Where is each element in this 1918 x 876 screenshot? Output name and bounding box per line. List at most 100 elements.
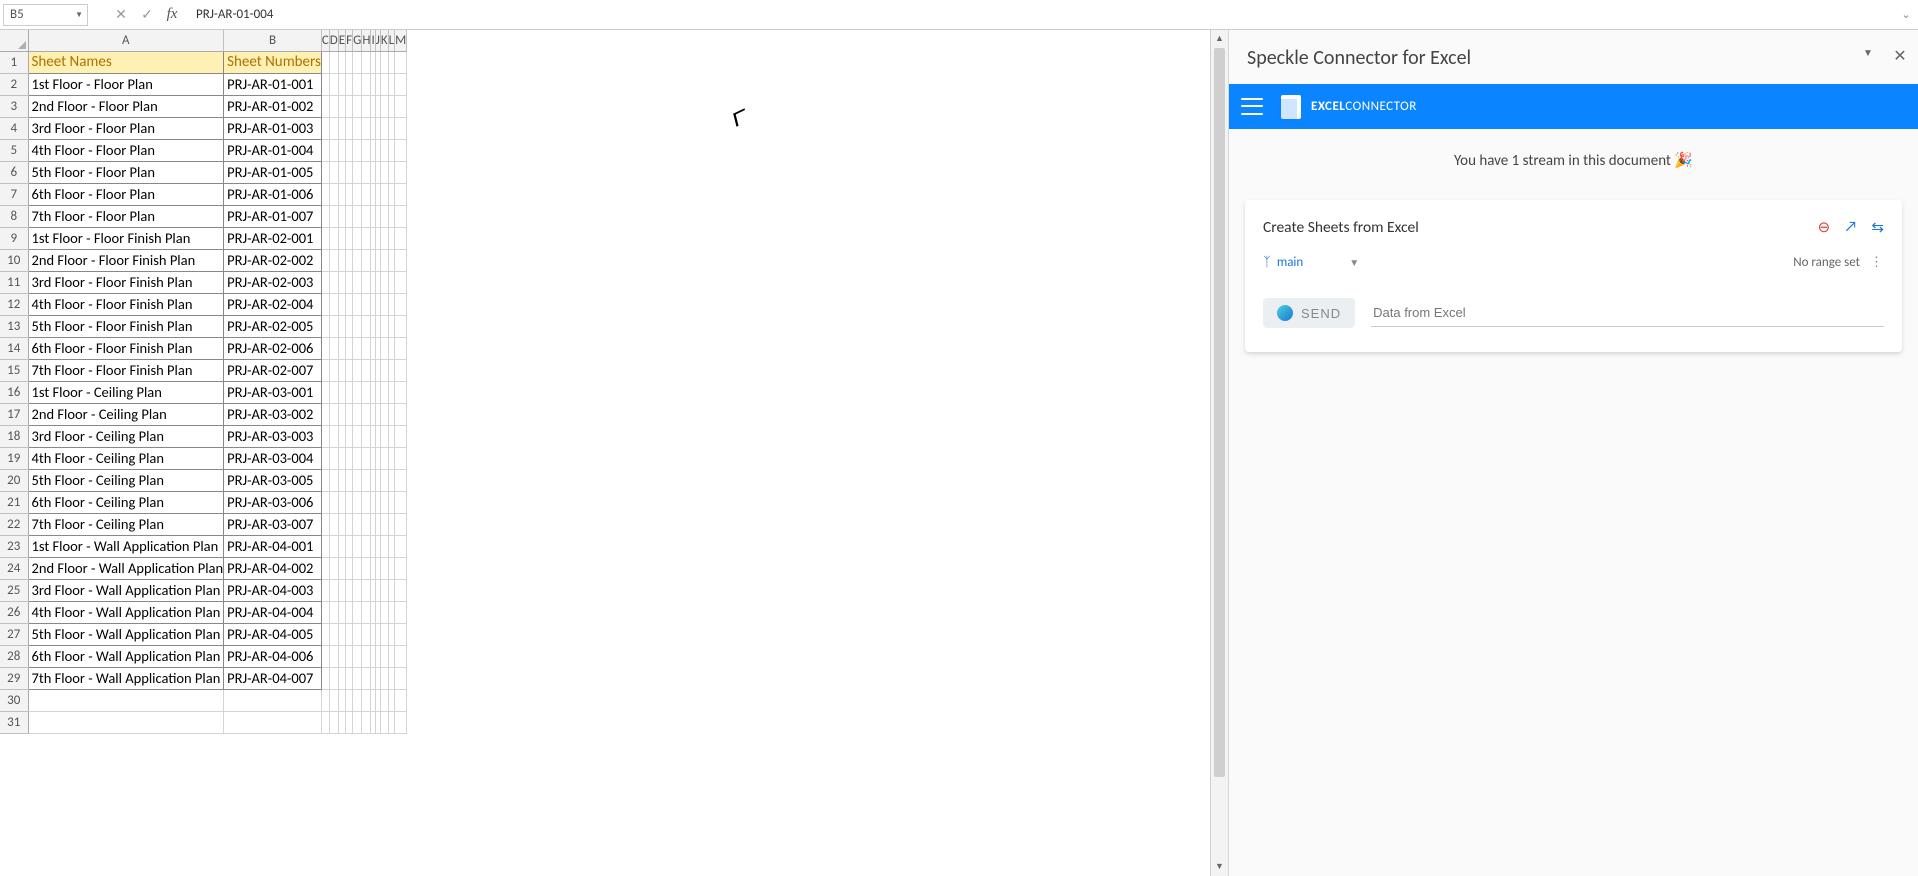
cell-A1[interactable]: Sheet Names xyxy=(28,52,224,74)
row-header-16[interactable]: 16 xyxy=(0,382,28,404)
row-header-6[interactable]: 6 xyxy=(0,162,28,184)
cell-D26[interactable] xyxy=(329,602,338,624)
cell-B8[interactable]: PRJ-AR-01-007 xyxy=(224,206,322,228)
cell-D22[interactable] xyxy=(329,514,338,536)
cell-M18[interactable] xyxy=(395,426,407,448)
cell-K19[interactable] xyxy=(380,448,388,470)
row-header-27[interactable]: 27 xyxy=(0,624,28,646)
cell-A19[interactable]: 4th Floor - Ceiling Plan xyxy=(28,448,224,470)
cell-M12[interactable] xyxy=(395,294,407,316)
cell-H12[interactable] xyxy=(362,294,371,316)
row-header-9[interactable]: 9 xyxy=(0,228,28,250)
cell-E18[interactable] xyxy=(338,426,345,448)
spreadsheet-grid[interactable]: ABCDEFGHIJKLM1Sheet NamesSheet Numbers21… xyxy=(0,30,407,734)
remove-stream-icon[interactable]: ⊖ xyxy=(1818,218,1831,237)
cell-B18[interactable]: PRJ-AR-03-003 xyxy=(224,426,322,448)
cell-G11[interactable] xyxy=(353,272,362,294)
cell-H21[interactable] xyxy=(362,492,371,514)
cell-F31[interactable] xyxy=(346,712,353,734)
cell-F19[interactable] xyxy=(346,448,353,470)
cell-H2[interactable] xyxy=(362,74,371,96)
panel-close-icon[interactable]: ✕ xyxy=(1890,46,1910,66)
cell-K27[interactable] xyxy=(380,624,388,646)
scroll-down-icon[interactable]: ▼ xyxy=(1211,858,1228,876)
col-header-M[interactable]: M xyxy=(395,30,407,52)
cell-D31[interactable] xyxy=(329,712,338,734)
cell-D7[interactable] xyxy=(329,184,338,206)
cell-K16[interactable] xyxy=(380,382,388,404)
cell-G1[interactable] xyxy=(353,52,362,74)
cell-K20[interactable] xyxy=(380,470,388,492)
cell-G12[interactable] xyxy=(353,294,362,316)
cell-H22[interactable] xyxy=(362,514,371,536)
row-header-21[interactable]: 21 xyxy=(0,492,28,514)
cell-D3[interactable] xyxy=(329,96,338,118)
cell-F10[interactable] xyxy=(346,250,353,272)
cell-K15[interactable] xyxy=(380,360,388,382)
cell-G17[interactable] xyxy=(353,404,362,426)
cell-B2[interactable]: PRJ-AR-01-001 xyxy=(224,74,322,96)
cell-B15[interactable]: PRJ-AR-02-007 xyxy=(224,360,322,382)
cell-E1[interactable] xyxy=(338,52,345,74)
cell-H15[interactable] xyxy=(362,360,371,382)
cell-E22[interactable] xyxy=(338,514,345,536)
select-all-corner[interactable] xyxy=(0,30,28,52)
cell-G6[interactable] xyxy=(353,162,362,184)
cell-C12[interactable] xyxy=(321,294,329,316)
cell-B23[interactable]: PRJ-AR-04-001 xyxy=(224,536,322,558)
cell-K25[interactable] xyxy=(380,580,388,602)
cell-E12[interactable] xyxy=(338,294,345,316)
row-header-22[interactable]: 22 xyxy=(0,514,28,536)
row-header-25[interactable]: 25 xyxy=(0,580,28,602)
cell-B5[interactable]: PRJ-AR-01-004 xyxy=(224,140,322,162)
cell-H14[interactable] xyxy=(362,338,371,360)
cell-K2[interactable] xyxy=(380,74,388,96)
cell-B9[interactable]: PRJ-AR-02-001 xyxy=(224,228,322,250)
cell-C5[interactable] xyxy=(321,140,329,162)
cell-B19[interactable]: PRJ-AR-03-004 xyxy=(224,448,322,470)
cell-B7[interactable]: PRJ-AR-01-006 xyxy=(224,184,322,206)
cell-F2[interactable] xyxy=(346,74,353,96)
cell-E16[interactable] xyxy=(338,382,345,404)
cell-H1[interactable] xyxy=(362,52,371,74)
cell-F15[interactable] xyxy=(346,360,353,382)
cell-H27[interactable] xyxy=(362,624,371,646)
cell-E24[interactable] xyxy=(338,558,345,580)
cell-G18[interactable] xyxy=(353,426,362,448)
cell-D11[interactable] xyxy=(329,272,338,294)
row-header-23[interactable]: 23 xyxy=(0,536,28,558)
cell-D4[interactable] xyxy=(329,118,338,140)
cell-A5[interactable]: 4th Floor - Floor Plan xyxy=(28,140,224,162)
cell-M25[interactable] xyxy=(395,580,407,602)
cell-F17[interactable] xyxy=(346,404,353,426)
cell-A22[interactable]: 7th Floor - Ceiling Plan xyxy=(28,514,224,536)
cell-F20[interactable] xyxy=(346,470,353,492)
confirm-icon[interactable]: ✓ xyxy=(134,6,160,23)
cell-D30[interactable] xyxy=(329,690,338,712)
cell-E27[interactable] xyxy=(338,624,345,646)
cell-E30[interactable] xyxy=(338,690,345,712)
row-header-19[interactable]: 19 xyxy=(0,448,28,470)
cell-G3[interactable] xyxy=(353,96,362,118)
col-header-E[interactable]: E xyxy=(338,30,345,52)
cell-B30[interactable] xyxy=(224,690,322,712)
row-header-7[interactable]: 7 xyxy=(0,184,28,206)
cell-B6[interactable]: PRJ-AR-01-005 xyxy=(224,162,322,184)
cell-E21[interactable] xyxy=(338,492,345,514)
cell-C6[interactable] xyxy=(321,162,329,184)
cell-G7[interactable] xyxy=(353,184,362,206)
cell-C8[interactable] xyxy=(321,206,329,228)
cell-B22[interactable]: PRJ-AR-03-007 xyxy=(224,514,322,536)
cell-A25[interactable]: 3rd Floor - Wall Application Plan xyxy=(28,580,224,602)
cell-M19[interactable] xyxy=(395,448,407,470)
cell-M17[interactable] xyxy=(395,404,407,426)
cell-C19[interactable] xyxy=(321,448,329,470)
cell-H28[interactable] xyxy=(362,646,371,668)
cell-F12[interactable] xyxy=(346,294,353,316)
cell-A27[interactable]: 5th Floor - Wall Application Plan xyxy=(28,624,224,646)
data-name-input[interactable] xyxy=(1371,299,1884,327)
cell-D23[interactable] xyxy=(329,536,338,558)
cell-K17[interactable] xyxy=(380,404,388,426)
cell-C24[interactable] xyxy=(321,558,329,580)
cell-A10[interactable]: 2nd Floor - Floor Finish Plan xyxy=(28,250,224,272)
